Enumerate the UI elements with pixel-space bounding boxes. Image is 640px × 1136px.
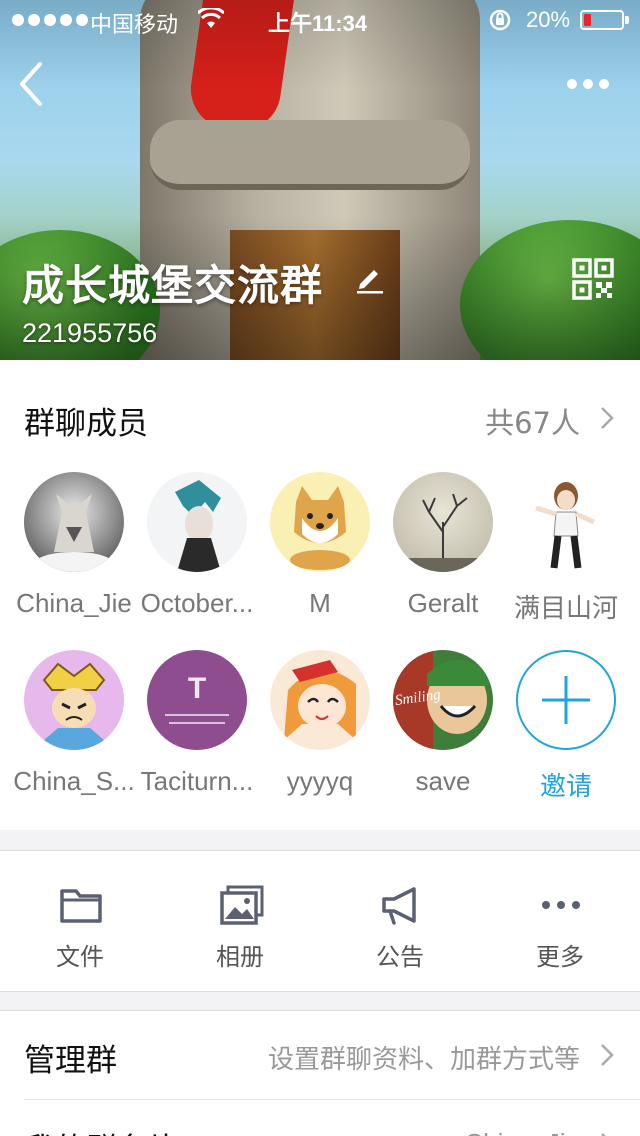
my-group-card-row[interactable]: 我的群名片 China_Jie bbox=[0, 1100, 640, 1136]
members-section: 群聊成员 共67人 China_Jie October... M Geralt bbox=[0, 360, 640, 830]
more-icon bbox=[542, 901, 580, 909]
qr-code-button[interactable] bbox=[572, 258, 614, 300]
tool-label: 相册 bbox=[216, 943, 264, 971]
member-avatar: Smiling bbox=[393, 650, 493, 750]
member-avatar bbox=[393, 472, 493, 572]
member-avatar bbox=[270, 650, 370, 750]
member-item[interactable]: M bbox=[258, 472, 382, 618]
chevron-right-icon bbox=[601, 1133, 606, 1136]
tool-announcement[interactable]: 公告 bbox=[320, 851, 480, 993]
tool-files[interactable]: 文件 bbox=[0, 851, 160, 993]
member-item[interactable]: yyyyq bbox=[258, 650, 382, 796]
status-time: 上午11:34 bbox=[268, 11, 368, 36]
ellipsis-icon bbox=[567, 79, 609, 89]
chevron-right-icon bbox=[601, 407, 614, 429]
members-title: 群聊成员 bbox=[24, 406, 148, 442]
chevron-right-icon bbox=[601, 1044, 614, 1066]
member-item[interactable]: T Taciturn... bbox=[135, 650, 259, 796]
members-header-row[interactable]: 群聊成员 共67人 bbox=[0, 360, 640, 470]
member-avatar bbox=[24, 650, 124, 750]
chevron-left-icon bbox=[20, 62, 42, 106]
rotation-lock-icon bbox=[488, 8, 512, 38]
carrier-name: 中国移动 bbox=[90, 12, 179, 37]
qr-code-icon bbox=[572, 258, 614, 300]
edit-group-name-button[interactable] bbox=[354, 262, 386, 294]
signal-strength-icon bbox=[12, 14, 88, 26]
folder-icon bbox=[60, 889, 102, 923]
wifi-icon bbox=[196, 6, 226, 36]
members-count: 共67人 bbox=[485, 406, 580, 440]
back-button[interactable] bbox=[14, 58, 54, 110]
member-name: 满目山河 bbox=[513, 594, 618, 624]
settings-list: 管理群 设置群聊资料、加群方式等 我的群名片 China_Jie bbox=[0, 1010, 640, 1136]
photo-album-icon bbox=[220, 885, 264, 925]
megaphone-icon bbox=[382, 887, 416, 925]
invite-button[interactable]: 邀请 bbox=[504, 650, 628, 802]
member-avatar bbox=[270, 472, 370, 572]
member-item[interactable]: October... bbox=[135, 472, 259, 618]
row-title: 我的群名片 bbox=[24, 1124, 179, 1136]
invite-label: 邀请 bbox=[539, 772, 592, 802]
tool-label: 更多 bbox=[536, 943, 584, 971]
group-tools-bar: 文件 相册 公告 更多 bbox=[0, 850, 640, 992]
member-avatar bbox=[516, 472, 616, 572]
taciturn-avatar-letter: T bbox=[187, 672, 207, 705]
member-item[interactable]: Geralt bbox=[381, 472, 505, 618]
member-item[interactable]: Smiling save bbox=[381, 650, 505, 796]
member-item[interactable]: China_Jie bbox=[12, 472, 136, 618]
member-item[interactable]: China_S... bbox=[12, 650, 136, 796]
more-options-button[interactable] bbox=[562, 66, 614, 102]
member-avatar bbox=[147, 472, 247, 572]
tool-more[interactable]: 更多 bbox=[480, 851, 640, 993]
member-item[interactable]: 满目山河 bbox=[504, 472, 628, 624]
battery-icon bbox=[580, 10, 629, 30]
member-avatar bbox=[24, 472, 124, 572]
tool-label: 文件 bbox=[56, 943, 104, 971]
row-title: 管理群 bbox=[24, 1043, 117, 1079]
battery-fill bbox=[584, 14, 591, 26]
row-value: China_Jie bbox=[464, 1128, 580, 1136]
manage-group-row[interactable]: 管理群 设置群聊资料、加群方式等 bbox=[0, 1011, 640, 1100]
plus-icon bbox=[516, 650, 616, 750]
tool-album[interactable]: 相册 bbox=[160, 851, 320, 993]
tool-label: 公告 bbox=[376, 943, 424, 971]
battery-percentage: 20% bbox=[526, 7, 571, 32]
status-bar: 中国移动 上午11:34 20% bbox=[0, 0, 640, 40]
member-avatar: T bbox=[147, 650, 247, 750]
pencil-icon bbox=[357, 270, 383, 294]
group-id: 221955756 bbox=[22, 318, 158, 348]
group-name: 成长城堡交流群 bbox=[22, 261, 324, 310]
row-value: 设置群聊资料、加群方式等 bbox=[267, 1045, 580, 1075]
